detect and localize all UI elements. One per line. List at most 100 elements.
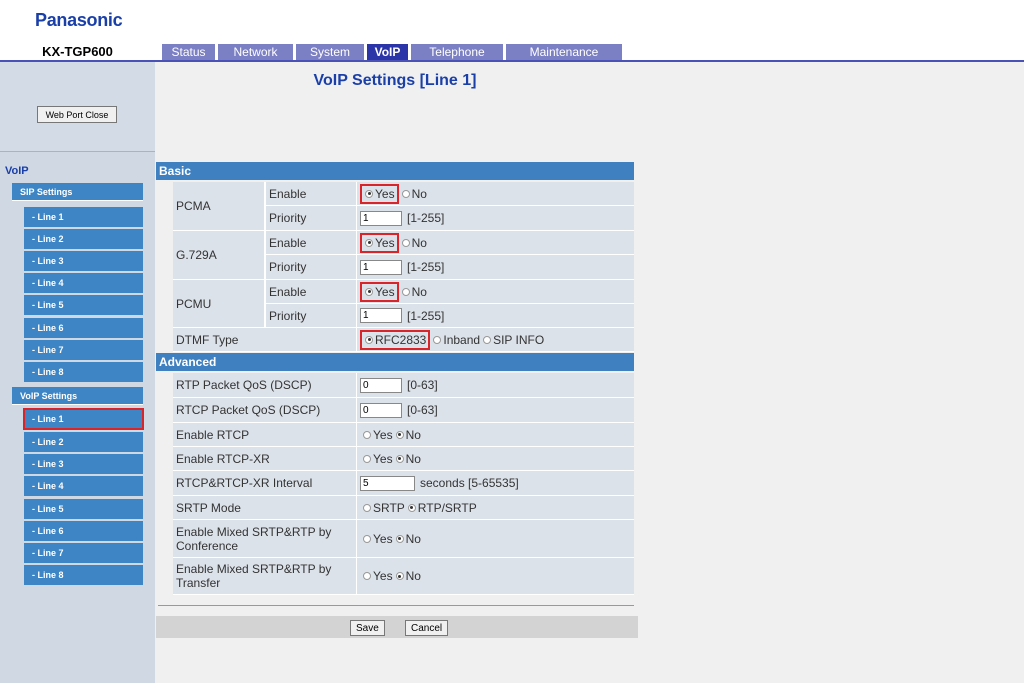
- sidebar-section-voip[interactable]: VoIP: [5, 165, 29, 177]
- sidebar-sip-line-3[interactable]: - Line 3: [24, 251, 143, 271]
- highlight-box: Yes: [360, 183, 399, 204]
- rtcp-no-radio[interactable]: [395, 430, 404, 439]
- codec-name: PCMA: [173, 182, 265, 230]
- rtcp-interval-value: seconds [5-65535]: [357, 471, 634, 495]
- g729a-enable-options: Yes No: [357, 231, 634, 255]
- radio-label-rfc2833: RFC2833: [375, 332, 427, 347]
- rtcp-interval-input[interactable]: [360, 475, 415, 491]
- codec-name: PCMU: [173, 280, 265, 327]
- rtp-qos-row: RTP Packet QoS (DSCP) [0-63]: [173, 373, 634, 398]
- pcmu-no-radio[interactable]: [401, 287, 410, 296]
- tab-maintenance[interactable]: Maintenance: [506, 44, 622, 60]
- rtcp-yes-radio[interactable]: [363, 430, 371, 439]
- enable-label: Enable: [265, 231, 357, 255]
- page-title: VoIP Settings [Line 1]: [313, 72, 477, 89]
- dtmf-sipinfo-radio[interactable]: [483, 335, 492, 344]
- radio-label-yes: Yes: [375, 284, 395, 299]
- sidebar-sip-line-2[interactable]: - Line 2: [24, 229, 143, 249]
- sidebar-voip-line-3[interactable]: - Line 3: [24, 454, 143, 474]
- g729a-priority: [1-255]: [357, 255, 634, 279]
- sidebar-voip-line-2[interactable]: - Line 2: [24, 432, 143, 452]
- srtp-radio[interactable]: [363, 503, 371, 512]
- rtp-srtp-radio[interactable]: [407, 503, 416, 512]
- srtp-mode-label: SRTP Mode: [173, 496, 357, 519]
- rtcpxr-no-radio[interactable]: [395, 454, 404, 463]
- enable-rtcpxr-row: Enable RTCP-XR Yes No: [173, 447, 634, 471]
- sidebar-sip-line-1[interactable]: - Line 1: [24, 207, 143, 227]
- radio-label-yes: Yes: [373, 569, 393, 583]
- pcma-no-radio[interactable]: [401, 189, 410, 198]
- dtmf-inband-radio[interactable]: [433, 335, 442, 344]
- pcmu-priority-input[interactable]: [360, 308, 402, 323]
- sidebar-sip-line-4[interactable]: - Line 4: [24, 273, 143, 293]
- highlight-box: Yes: [360, 281, 399, 302]
- mixed-conference-row: Enable Mixed SRTP&RTP by Conference Yes …: [173, 520, 634, 558]
- tab-telephone[interactable]: Telephone: [411, 44, 506, 60]
- enable-rtcp-row: Enable RTCP Yes No: [173, 423, 634, 447]
- web-port-close-button[interactable]: Web Port Close: [37, 106, 117, 123]
- g729a-priority-input[interactable]: [360, 259, 402, 275]
- main-tabs: Status Network System VoIP Telephone Mai…: [162, 44, 622, 60]
- sidebar-sip-line-6[interactable]: - Line 6: [24, 318, 143, 338]
- range-hint: [1-255]: [407, 211, 445, 225]
- pcmu-yes-radio[interactable]: [365, 287, 373, 296]
- radio-label-yes: Yes: [375, 186, 395, 201]
- srtp-mode-row: SRTP Mode SRTP RTP/SRTP: [173, 496, 634, 520]
- sidebar-voip-line-5[interactable]: - Line 5: [24, 499, 143, 519]
- tab-network[interactable]: Network: [218, 44, 296, 60]
- sidebar-voip-line-1[interactable]: - Line 1: [23, 408, 144, 430]
- sidebar-group-voip-settings[interactable]: VoIP Settings: [12, 387, 143, 405]
- mixed-xfer-no-radio[interactable]: [395, 572, 404, 580]
- cancel-button[interactable]: Cancel: [405, 620, 449, 636]
- rtp-qos-label: RTP Packet QoS (DSCP): [173, 373, 357, 397]
- sidebar-voip-line-4[interactable]: - Line 4: [24, 476, 143, 496]
- mixed-conference-options: Yes No: [357, 520, 634, 557]
- rtcp-interval-label: RTCP&RTCP-XR Interval: [173, 471, 357, 495]
- dtmf-rfc2833-radio[interactable]: [365, 335, 373, 344]
- codec-pcmu-row: PCMU Enable Priority Yes No [1-255]: [173, 280, 634, 328]
- sidebar-sip-line-5[interactable]: - Line 5: [24, 295, 143, 315]
- mixed-conf-no-radio[interactable]: [395, 534, 404, 543]
- sidebar-voip-line-8[interactable]: - Line 8: [24, 565, 143, 585]
- mixed-conf-yes-radio[interactable]: [363, 534, 371, 543]
- section-basic-header: Basic: [156, 162, 634, 180]
- radio-label-rtp-srtp: RTP/SRTP: [417, 500, 477, 515]
- pcma-priority-input[interactable]: [360, 210, 402, 226]
- sidebar-sip-line-8[interactable]: - Line 8: [24, 362, 143, 382]
- tab-status[interactable]: Status: [162, 44, 218, 60]
- sidebar-sip-line-7[interactable]: - Line 7: [24, 340, 143, 360]
- dtmf-type-row: DTMF Type RFC2833 Inband SIP INFO: [173, 328, 634, 352]
- rtcp-interval-row: RTCP&RTCP-XR Interval seconds [5-65535]: [173, 471, 634, 496]
- dtmf-type-label: DTMF Type: [173, 328, 357, 351]
- rtp-qos-input[interactable]: [360, 377, 402, 393]
- mixed-xfer-yes-radio[interactable]: [363, 572, 371, 580]
- srtp-mode-options: SRTP RTP/SRTP: [357, 496, 634, 519]
- codec-pcma-row: PCMA Enable Priority Yes No [1-255]: [173, 182, 634, 231]
- range-hint: [1-255]: [407, 260, 445, 274]
- section-advanced-header: Advanced: [156, 353, 634, 371]
- priority-label: Priority: [265, 255, 357, 279]
- radio-label-no: No: [405, 569, 421, 583]
- action-bar: Save Cancel: [156, 616, 638, 638]
- sidebar-group-sip-settings[interactable]: SIP Settings: [12, 183, 143, 201]
- tab-voip[interactable]: VoIP: [367, 44, 411, 60]
- radio-label-no: No: [405, 451, 421, 466]
- pcma-yes-radio[interactable]: [365, 189, 373, 198]
- priority-label: Priority: [265, 206, 357, 230]
- sidebar-voip-line-7[interactable]: - Line 7: [24, 543, 143, 563]
- rtcpxr-yes-radio[interactable]: [363, 454, 371, 463]
- pcma-priority: [1-255]: [357, 206, 634, 230]
- rtcp-qos-input[interactable]: [360, 402, 402, 418]
- mixed-transfer-row: Enable Mixed SRTP&RTP by Transfer Yes No: [173, 558, 634, 595]
- g729a-yes-radio[interactable]: [365, 238, 373, 247]
- radio-label-inband: Inband: [443, 332, 481, 347]
- tab-system[interactable]: System: [296, 44, 367, 60]
- save-button[interactable]: Save: [350, 620, 385, 636]
- mixed-transfer-options: Yes No: [357, 558, 634, 594]
- pcma-enable-options: Yes No: [357, 182, 634, 206]
- radio-label-yes: Yes: [373, 531, 393, 546]
- pcmu-enable-options: Yes No: [357, 280, 634, 304]
- g729a-no-radio[interactable]: [401, 238, 410, 247]
- enable-label: Enable: [265, 182, 357, 206]
- sidebar-voip-line-6[interactable]: - Line 6: [24, 521, 143, 541]
